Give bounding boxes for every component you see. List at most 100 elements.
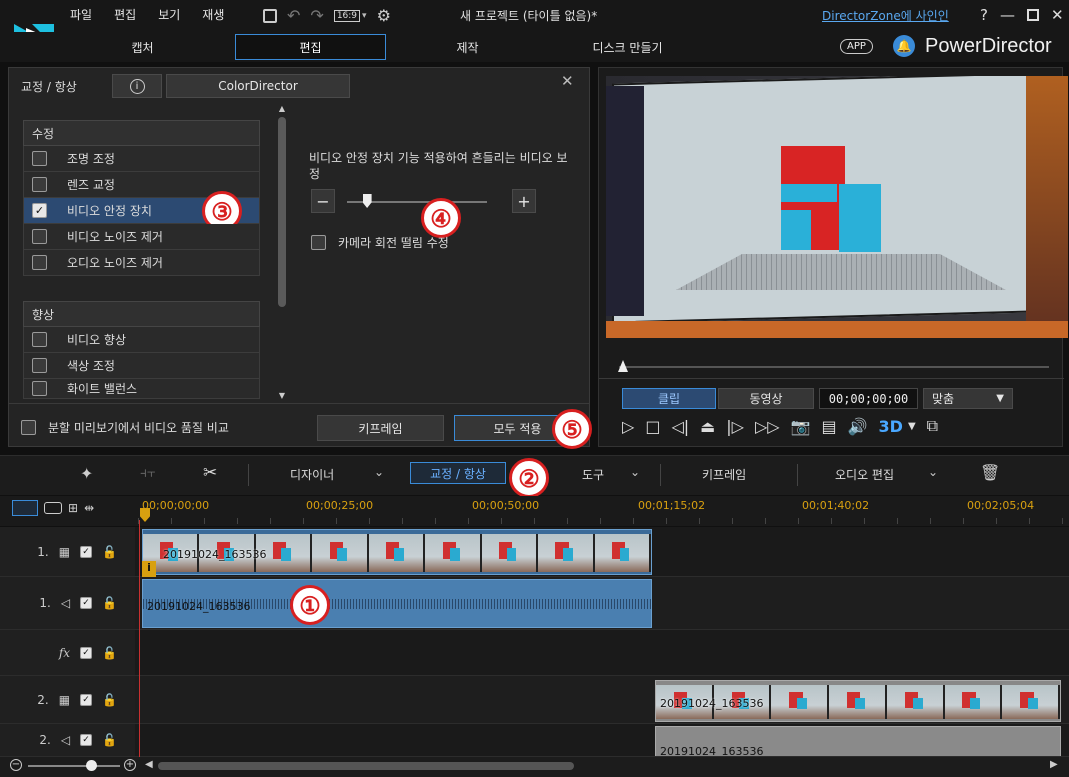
- bell-icon[interactable]: 🔔: [893, 35, 915, 57]
- zoom-slider[interactable]: [28, 765, 120, 767]
- gear-icon[interactable]: ⚙: [377, 6, 391, 25]
- zoom-slider-thumb[interactable]: [86, 760, 97, 771]
- chevron-down-icon[interactable]: ▼: [908, 421, 916, 432]
- menu-edit[interactable]: 편집: [114, 6, 136, 23]
- designer-menu[interactable]: 디자이너: [290, 466, 334, 483]
- redo-icon[interactable]: ↷: [310, 6, 323, 25]
- signin-link[interactable]: DirectorZone에 사인인: [822, 7, 949, 24]
- info-icon[interactable]: i: [142, 561, 156, 577]
- chevron-down-icon[interactable]: ⌄: [374, 465, 384, 479]
- zoom-in-icon[interactable]: +: [124, 759, 136, 771]
- save-icon[interactable]: [263, 8, 277, 23]
- list-item[interactable]: 오디오 노이즈 제거: [23, 250, 260, 276]
- tab-edit[interactable]: 편집: [235, 34, 386, 60]
- list-item[interactable]: 비디오 향상: [23, 327, 260, 353]
- chevron-down-icon[interactable]: ▾: [362, 11, 367, 21]
- list-item[interactable]: 화이트 밸런스: [23, 379, 260, 399]
- checkbox[interactable]: [32, 358, 47, 373]
- previous-frame-icon[interactable]: ◁|: [671, 417, 689, 436]
- scroll-left-icon[interactable]: ◀: [145, 759, 153, 770]
- checkbox[interactable]: [311, 235, 326, 250]
- volume-icon[interactable]: 🔊: [848, 417, 868, 436]
- trash-icon[interactable]: 🗑: [980, 463, 1000, 482]
- chevron-down-icon[interactable]: ⌄: [630, 465, 640, 479]
- help-icon[interactable]: ?: [980, 6, 988, 24]
- menu-play[interactable]: 재생: [202, 6, 224, 23]
- checkbox-checked[interactable]: ✓: [80, 545, 93, 558]
- maximize-icon[interactable]: [1026, 9, 1039, 21]
- timeline-ruler[interactable]: ⊞ ⇹ 00;00;00;00 00;00;25;00 00;00;50;00 …: [0, 496, 1069, 526]
- timecode-display[interactable]: 00;00;00;00: [819, 388, 918, 409]
- minimize-icon[interactable]: —: [1000, 6, 1015, 24]
- close-icon[interactable]: ✕: [1051, 6, 1064, 24]
- decrease-button[interactable]: −: [311, 189, 335, 213]
- keyframe-button[interactable]: 키프레임: [317, 415, 444, 441]
- next-frame-icon[interactable]: |▷: [726, 417, 744, 436]
- 3d-toggle[interactable]: 3D: [879, 417, 903, 436]
- movie-mode-button[interactable]: 동영상: [718, 388, 814, 409]
- magic-tools-icon[interactable]: ✦: [80, 464, 93, 483]
- keyframe-menu[interactable]: 키프레임: [702, 466, 746, 483]
- checkbox[interactable]: [32, 255, 47, 270]
- checkbox-checked[interactable]: ✓: [80, 693, 93, 706]
- split-icon[interactable]: ⫞⫟: [140, 465, 155, 481]
- scroll-up-icon[interactable]: ▲: [277, 104, 287, 113]
- scroll-down-icon[interactable]: ▼: [277, 391, 287, 400]
- scroll-thumb[interactable]: [278, 117, 286, 307]
- list-item[interactable]: 조명 조정: [23, 146, 260, 172]
- undo-icon[interactable]: ↶: [287, 6, 300, 25]
- fix-enhance-button[interactable]: 교정 / 항상: [410, 462, 506, 484]
- list-item[interactable]: ✓ 비디오 안정 장치 ③: [23, 191, 260, 231]
- list-scrollbar[interactable]: ▲ ▼: [277, 104, 287, 400]
- zoom-out-icon[interactable]: −: [10, 759, 22, 771]
- snapshot-icon[interactable]: 📷: [791, 417, 811, 436]
- video-clip[interactable]: 20191024_163536: [142, 529, 652, 575]
- tools-menu[interactable]: 도구: [582, 466, 604, 483]
- play-icon[interactable]: ▷: [622, 417, 634, 436]
- undock-icon[interactable]: ⧉: [927, 416, 938, 436]
- audio-edit-menu[interactable]: 오디오 편집: [835, 466, 894, 483]
- aspect-ratio-button[interactable]: 16:9: [333, 9, 361, 22]
- stop-icon[interactable]: □: [645, 417, 660, 436]
- zoom-timeline-icon[interactable]: ⇹: [84, 501, 94, 515]
- mark-icon[interactable]: ⏏: [700, 417, 715, 436]
- app-badge[interactable]: APP: [840, 39, 873, 54]
- audio-clip[interactable]: 20191024_163536: [655, 726, 1061, 756]
- chevron-down-icon[interactable]: ⌄: [928, 465, 938, 479]
- subtitle-icon[interactable]: ▤: [822, 417, 837, 436]
- checkbox-checked[interactable]: ✓: [80, 734, 93, 746]
- checkbox[interactable]: [32, 177, 47, 192]
- video-clip[interactable]: 20191024_163536: [655, 680, 1061, 722]
- list-item[interactable]: 색상 조정: [23, 353, 260, 379]
- track-view-icon[interactable]: [12, 500, 38, 516]
- tab-capture[interactable]: 캡처: [95, 34, 190, 60]
- list-item[interactable]: 비디오 노이즈 제거: [23, 224, 260, 250]
- lock-icon[interactable]: 🔓: [102, 596, 117, 610]
- checkbox-checked[interactable]: ✓: [80, 597, 93, 609]
- menu-view[interactable]: 보기: [158, 6, 180, 23]
- storyboard-icon[interactable]: [44, 502, 62, 514]
- scissors-icon[interactable]: ✂: [203, 463, 217, 483]
- checkbox[interactable]: [32, 381, 47, 396]
- lock-icon[interactable]: 🔓: [102, 545, 117, 559]
- close-panel-icon[interactable]: ✕: [561, 72, 574, 90]
- checkbox-checked[interactable]: ✓: [80, 646, 93, 659]
- scroll-right-icon[interactable]: ▶: [1050, 759, 1058, 770]
- seek-bar[interactable]: [619, 366, 1049, 368]
- info-button[interactable]: i: [112, 74, 162, 98]
- checkbox[interactable]: [32, 332, 47, 347]
- fast-forward-icon[interactable]: ▷▷: [755, 417, 780, 436]
- fit-timeline-icon[interactable]: ⊞: [68, 501, 78, 515]
- lock-icon[interactable]: 🔓: [102, 693, 117, 707]
- zoom-select[interactable]: 맞춤 ▼: [923, 388, 1013, 409]
- tab-produce[interactable]: 제작: [420, 34, 515, 60]
- audio-clip[interactable]: 20191024_163536: [142, 579, 652, 628]
- checkbox[interactable]: [21, 420, 36, 435]
- checkbox[interactable]: [32, 151, 47, 166]
- lock-icon[interactable]: 🔓: [102, 646, 117, 660]
- tab-disc[interactable]: 디스크 만들기: [565, 34, 690, 60]
- increase-button[interactable]: +: [512, 189, 536, 213]
- horizontal-scroll-thumb[interactable]: [158, 762, 574, 770]
- correction-slider-thumb[interactable]: [362, 194, 372, 208]
- clip-mode-button[interactable]: 클립: [622, 388, 716, 409]
